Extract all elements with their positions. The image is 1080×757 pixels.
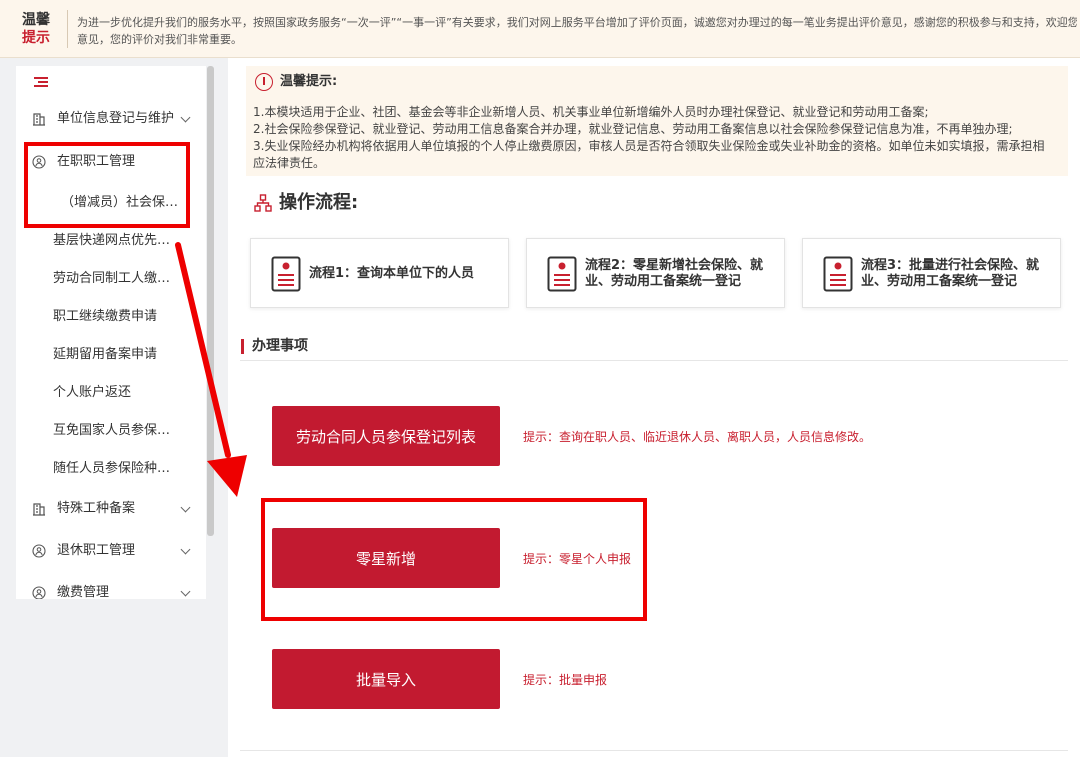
notice-divider <box>67 10 68 48</box>
notice-tag-line1: 温馨 <box>22 12 50 28</box>
action-hint: 提示：查询在职人员、临近退休人员、离职人员，人员信息修改。 <box>523 430 872 444</box>
sidebar-subitem-label: 基层快递网点优先… <box>53 233 171 248</box>
sidebar-subitem-courier[interactable]: 基层快递网点优先… <box>16 226 206 256</box>
sidebar-subitem-account-refund[interactable]: 个人账户返还 <box>16 378 206 408</box>
sidebar-item-label: 单位信息登记与维护 <box>57 111 175 126</box>
flow-title: 操作流程: <box>279 192 359 213</box>
notice-text-line1: 为进一步优化提升我们的服务水平，按照国家政务服务“一次一评”“一事一评”有关要求… <box>77 16 1077 29</box>
tips-title: 温馨提示: <box>280 74 338 89</box>
tips-line: 应法律责任。 <box>253 156 326 170</box>
flow-step-card-1: 流程1：查询本单位下的人员 <box>250 238 509 308</box>
sidebar-item-retired-staff[interactable]: 退休职工管理 <box>16 536 206 566</box>
notice-tag-line2: 提示 <box>22 30 50 46</box>
building-icon <box>33 503 45 516</box>
form-icon <box>547 256 577 292</box>
chevron-down-icon <box>180 544 191 555</box>
sidebar-subitem-label: 随任人员参保险种… <box>53 461 171 476</box>
sidebar-subitem-accompanying[interactable]: 随任人员参保险种… <box>16 454 206 484</box>
person-icon <box>32 544 46 558</box>
flow-step-text: 流程3：批量进行社会保险、就业、劳动用工备案统一登记 <box>861 258 1040 289</box>
flow-step-text: 流程2：零星新增社会保险、就业、劳动用工备案统一登记 <box>585 258 764 289</box>
tips-line: 2.社会保险参保登记、就业登记、劳动用工信息备案合并办理，就业登记信息、劳动用工… <box>253 122 1013 136</box>
info-icon <box>255 73 273 91</box>
sidebar-subitem-contract-worker[interactable]: 劳动合同制工人缴… <box>16 264 206 294</box>
form-icon <box>271 256 301 292</box>
sidebar-scrollbar[interactable] <box>207 66 214 536</box>
building-icon <box>33 113 45 126</box>
sidebar-subitem-label: 劳动合同制工人缴… <box>53 271 171 286</box>
tips-panel: 温馨提示: 1.本模块适用于企业、社团、基金会等非企业新增人员、机关事业单位新增… <box>246 66 1068 176</box>
annotation-box-sporadic-add <box>261 498 647 621</box>
section-divider <box>240 360 1068 361</box>
menu-collapse-icon[interactable] <box>34 75 48 89</box>
sidebar-item-payment[interactable]: 缴费管理 <box>16 578 206 599</box>
tips-line: 1.本模块适用于企业、社团、基金会等非企业新增人员、机关事业单位新增编外人员时办… <box>253 105 929 119</box>
sidebar-subitem-label: 个人账户返还 <box>53 385 132 400</box>
section-accent-bar <box>241 339 244 354</box>
action-hint: 提示：批量申报 <box>523 673 608 687</box>
notice-text-line2: 意见，您的评价对我们非常重要。 <box>77 33 242 46</box>
sidebar-item-label: 缴费管理 <box>57 585 110 599</box>
chevron-down-icon <box>180 586 191 597</box>
sidebar-subitem-label: 延期留用备案申请 <box>53 347 158 362</box>
sidebar-subitem-continue-payment[interactable]: 职工继续缴费申请 <box>16 302 206 332</box>
notice-tag: 温馨 提示 <box>22 11 60 47</box>
flow-step-card-2: 流程2：零星新增社会保险、就业、劳动用工备案统一登记 <box>526 238 785 308</box>
batch-import-button[interactable]: 批量导入 <box>272 649 500 709</box>
annotation-box-menu <box>24 142 190 228</box>
tips-line: 3.失业保险经办机构将依据用人单位填报的个人停止缴费原因，审核人员是否符合领取失… <box>253 139 1045 153</box>
sidebar-subitem-mutual-exemption[interactable]: 互免国家人员参保… <box>16 416 206 446</box>
person-icon <box>32 586 46 599</box>
flow-step-card-3: 流程3：批量进行社会保险、就业、劳动用工备案统一登记 <box>802 238 1061 308</box>
sidebar-subitem-label: 职工继续缴费申请 <box>53 309 158 324</box>
sidebar-subitem-extended-retention[interactable]: 延期留用备案申请 <box>16 340 206 370</box>
sidebar-item-label: 退休职工管理 <box>57 543 136 558</box>
sidebar-item-unit-info[interactable]: 单位信息登记与维护 <box>16 104 206 134</box>
section-title: 办理事项 <box>252 338 308 354</box>
sidebar-subitem-label: 互免国家人员参保… <box>53 423 171 438</box>
sidebar-item-label: 特殊工种备案 <box>57 501 136 516</box>
notice-text: 为进一步优化提升我们的服务水平，按照国家政务服务“一次一评”“一事一评”有关要求… <box>77 14 1077 48</box>
sidebar-item-special-work[interactable]: 特殊工种备案 <box>16 494 206 524</box>
chevron-down-icon <box>180 502 191 513</box>
contract-staff-list-button[interactable]: 劳动合同人员参保登记列表 <box>272 406 500 466</box>
chevron-down-icon <box>180 112 191 123</box>
hierarchy-icon <box>254 194 272 212</box>
form-icon <box>823 256 853 292</box>
flow-step-text: 流程1：查询本单位下的人员 <box>309 266 475 281</box>
top-notice-bar: 温馨 提示 为进一步优化提升我们的服务水平，按照国家政务服务“一次一评”“一事一… <box>0 0 1080 58</box>
content-bottom-divider <box>240 750 1068 751</box>
